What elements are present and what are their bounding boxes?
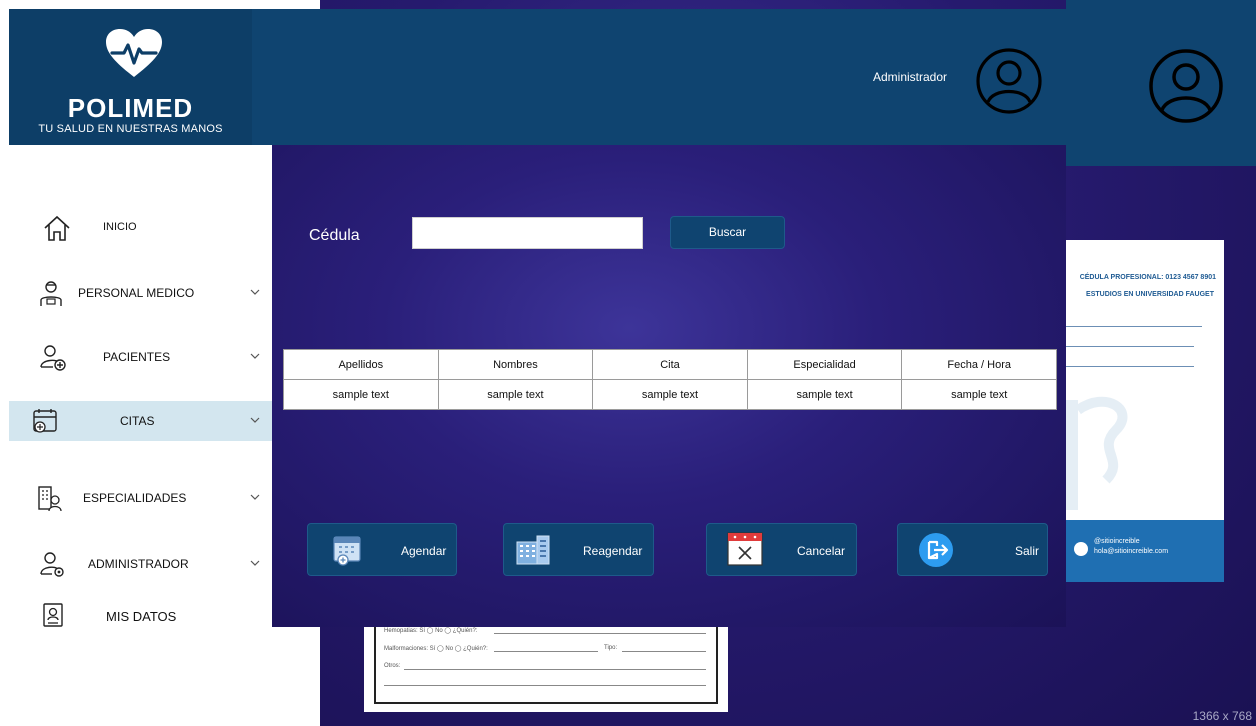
globe-icon bbox=[1074, 542, 1088, 556]
agendar-button[interactable]: Agendar bbox=[307, 523, 457, 576]
cedula-label: Cédula bbox=[309, 227, 360, 244]
cedula-input[interactable] bbox=[412, 217, 643, 249]
agendar-label: Agendar bbox=[401, 544, 447, 558]
sidebar-item-label: ADMINISTRADOR bbox=[88, 557, 189, 571]
table-header-row: Apellidos Nombres Cita Especialidad Fech… bbox=[283, 349, 1057, 380]
form-underline bbox=[622, 651, 706, 652]
form-underline bbox=[404, 669, 706, 670]
citas-table: Apellidos Nombres Cita Especialidad Fech… bbox=[283, 349, 1057, 410]
card-text-line: ESTUDIOS EN UNIVERSIDAD FAUGET bbox=[1086, 291, 1214, 298]
salir-label: Salir bbox=[1015, 544, 1040, 558]
reagendar-button[interactable]: Reagendar bbox=[503, 523, 654, 576]
calendar-icon bbox=[33, 409, 57, 433]
column-header-nombres[interactable]: Nombres bbox=[437, 349, 594, 380]
hospital-building-icon bbox=[38, 486, 62, 512]
add-user-icon bbox=[40, 345, 66, 371]
card-footer-text: @sitioincreible bbox=[1094, 538, 1140, 545]
admin-user-icon bbox=[40, 552, 64, 577]
table-cell[interactable]: sample text bbox=[901, 379, 1057, 410]
chevron-down-icon[interactable] bbox=[249, 557, 261, 569]
brand-tagline: TU SALUD EN NUESTRAS MANOS bbox=[38, 123, 223, 135]
user-name: Administrador bbox=[873, 70, 948, 84]
home-icon bbox=[44, 215, 70, 241]
table-cell[interactable]: sample text bbox=[592, 379, 748, 410]
table-row[interactable]: sample text sample text sample text samp… bbox=[283, 379, 1057, 410]
background-business-card: CÉDULA PROFESIONAL: 0123 4567 8901 ESTUD… bbox=[1066, 240, 1224, 582]
cancelar-button[interactable]: Cancelar bbox=[706, 523, 857, 576]
sidebar-item-citas[interactable]: CITAS bbox=[9, 401, 272, 441]
chevron-down-icon[interactable] bbox=[249, 491, 261, 503]
reagendar-label: Reagendar bbox=[583, 544, 643, 558]
sidebar-item-administrador[interactable]: ADMINISTRADOR bbox=[9, 544, 272, 584]
form-underline bbox=[494, 651, 598, 652]
calendar-add-icon bbox=[333, 536, 361, 566]
table-cell[interactable]: sample text bbox=[437, 379, 594, 410]
form-row-text: Tipo: bbox=[604, 645, 618, 651]
card-divider bbox=[1066, 346, 1194, 347]
column-header-fecha-hora[interactable]: Fecha / Hora bbox=[901, 349, 1057, 380]
sidebar-item-label: PACIENTES bbox=[103, 350, 171, 364]
sidebar-item-label: PERSONAL MEDICO bbox=[78, 286, 195, 300]
column-header-cita[interactable]: Cita bbox=[592, 349, 748, 380]
form-row-text: Hemopatias: Sí ◯ No ◯ ¿Quién?: bbox=[384, 628, 478, 634]
sidebar-item-especialidades[interactable]: ESPECIALIDADES bbox=[9, 478, 272, 518]
sidebar-item-label: ESPECIALIDADES bbox=[83, 491, 187, 505]
cancelar-label: Cancelar bbox=[797, 544, 846, 558]
exit-icon bbox=[919, 533, 953, 567]
sidebar-item-inicio[interactable]: INICIO bbox=[9, 208, 272, 248]
sidebar-item-label: CITAS bbox=[120, 414, 155, 428]
buscar-button[interactable]: Buscar bbox=[670, 216, 785, 249]
card-text-line: CÉDULA PROFESIONAL: 0123 4567 8901 bbox=[1079, 274, 1216, 281]
citas-content-panel: Cédula Buscar Apellidos Nombres Cita Esp… bbox=[272, 145, 1066, 627]
sidebar: INICIO PERSONAL MEDICO PACIENTES CITAS E… bbox=[9, 145, 272, 627]
user-avatar-icon[interactable] bbox=[975, 47, 1043, 115]
card-footer-text: hola@sitioincreible.com bbox=[1094, 548, 1169, 555]
card-divider bbox=[1066, 366, 1194, 367]
sidebar-item-personal-medico[interactable]: PERSONAL MEDICO bbox=[9, 273, 272, 313]
id-card-icon bbox=[43, 603, 63, 627]
app-header: POLIMED TU SALUD EN NUESTRAS MANOS Admin… bbox=[9, 9, 1066, 145]
calendar-cancel-icon bbox=[727, 532, 763, 566]
building-schedule-icon bbox=[516, 535, 550, 565]
chevron-down-icon[interactable] bbox=[249, 286, 261, 298]
app-window: POLIMED TU SALUD EN NUESTRAS MANOS Admin… bbox=[9, 9, 1066, 627]
form-underline bbox=[494, 633, 706, 634]
card-divider bbox=[1066, 326, 1202, 327]
brand-name: POLIMED bbox=[67, 93, 194, 123]
salir-button[interactable]: Salir bbox=[897, 523, 1048, 576]
doctor-icon bbox=[40, 281, 62, 306]
heart-pulse-logo-icon bbox=[106, 29, 162, 77]
background-user-icon bbox=[1149, 49, 1223, 123]
column-header-apellidos[interactable]: Apellidos bbox=[283, 349, 439, 380]
sidebar-item-label: MIS DATOS bbox=[106, 609, 177, 624]
column-header-especialidad[interactable]: Especialidad bbox=[746, 349, 903, 380]
sidebar-item-label: INICIO bbox=[103, 221, 137, 233]
chevron-down-icon[interactable] bbox=[249, 414, 261, 426]
resolution-label: 1366 x 768 bbox=[1192, 709, 1252, 723]
table-cell[interactable]: sample text bbox=[283, 379, 439, 410]
form-underline bbox=[384, 685, 706, 686]
caduceus-icon bbox=[1066, 396, 1128, 510]
form-row-text: Malformaciones: Sí ◯ No ◯ ¿Quién?: bbox=[384, 646, 488, 652]
chevron-down-icon[interactable] bbox=[249, 350, 261, 362]
card-footer: @sitioincreible hola@sitioincreible.com bbox=[1066, 520, 1224, 582]
form-row-text: Otros: bbox=[384, 663, 401, 669]
sidebar-item-pacientes[interactable]: PACIENTES bbox=[9, 337, 272, 377]
table-cell[interactable]: sample text bbox=[746, 379, 903, 410]
logo-area: POLIMED TU SALUD EN NUESTRAS MANOS bbox=[9, 9, 252, 145]
sidebar-item-mis-datos[interactable]: MIS DATOS bbox=[9, 599, 272, 627]
